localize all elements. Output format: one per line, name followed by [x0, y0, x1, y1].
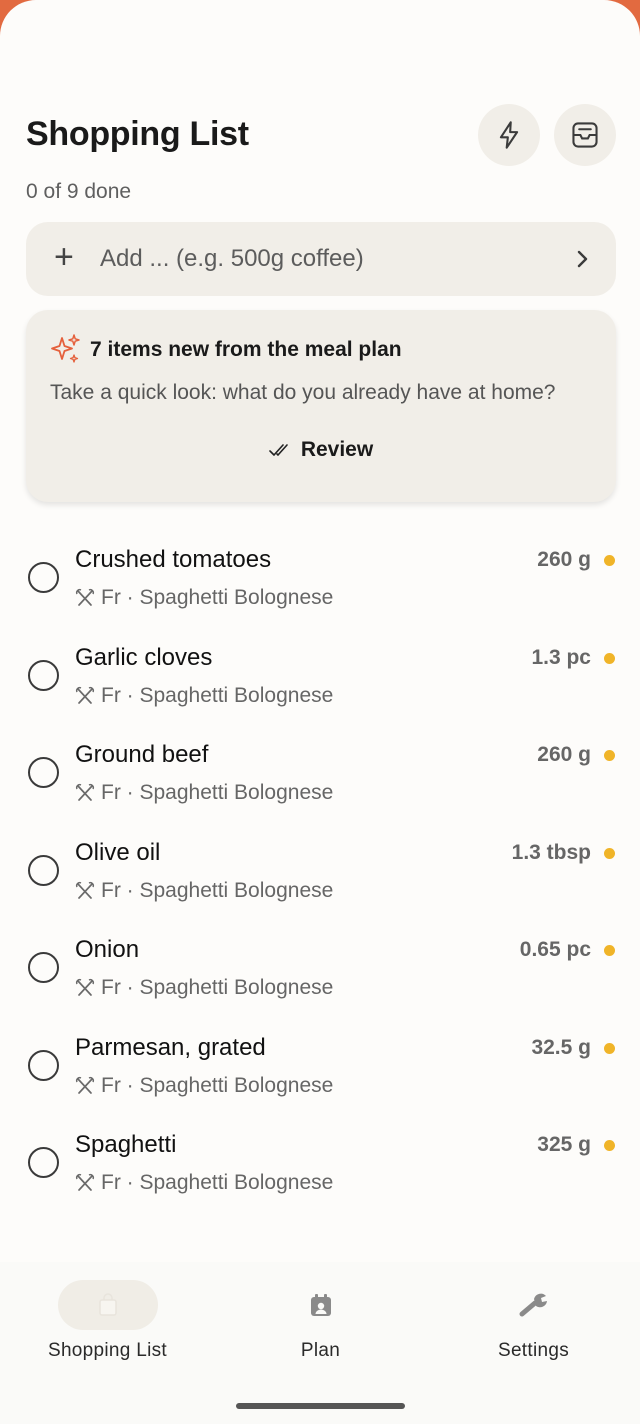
review-button[interactable]: Review — [26, 438, 616, 462]
item-source-text: Fr · Spaghetti Bolognese — [101, 1171, 334, 1194]
nav-plan-label: Plan — [300, 1340, 341, 1361]
item-source-text: Fr · Spaghetti Bolognese — [101, 683, 334, 707]
item-checkbox[interactable] — [28, 952, 59, 983]
item-name: Crushed tomatoes — [75, 546, 272, 573]
list-item[interactable]: Olive oil Fr · Spaghetti Bolognese 1.3 tbs… — [0, 833, 640, 931]
home-indicator — [236, 1403, 405, 1409]
item-checkbox[interactable] — [28, 1147, 59, 1178]
app-screen: Shopping List 0 of 9 done + Add ... (e.g… — [0, 0, 640, 1424]
nav-plan[interactable]: Plan — [214, 1280, 427, 1362]
item-source: Fr · Spaghetti Bolognese — [75, 976, 333, 1000]
nav-settings-label: Settings — [497, 1340, 570, 1361]
nav-shopping-list[interactable]: Shopping List — [1, 1280, 214, 1362]
cutlery-icon — [75, 588, 95, 606]
new-item-dot — [604, 652, 615, 664]
item-name: Garlic cloves — [75, 643, 213, 671]
item-name: Ground beef — [75, 741, 209, 768]
cutlery-icon — [75, 881, 95, 899]
archive-button[interactable] — [554, 104, 616, 166]
list-item[interactable]: Crushed tomatoes Fr · Spaghetti Bolognese… — [0, 540, 640, 638]
item-source-text: Fr · Spaghetti Bolognese — [101, 586, 334, 609]
plus-icon: + — [54, 238, 74, 276]
item-checkbox[interactable] — [28, 757, 59, 788]
page-title: Shopping List — [26, 115, 249, 153]
item-source-text: Fr · Spaghetti Bolognese — [101, 976, 334, 999]
double-check-icon — [269, 444, 288, 456]
cutlery-icon — [75, 978, 95, 996]
suggestion-title: 7 items new from the meal plan — [90, 338, 402, 361]
item-quantity: 0.65 pc — [519, 938, 591, 961]
item-source-text: Fr · Spaghetti Bolognese — [101, 781, 334, 804]
item-quantity: 1.3 tbsp — [511, 840, 591, 864]
shopping-bag-icon — [98, 1293, 117, 1316]
item-source-text: Fr · Spaghetti Bolognese — [101, 878, 334, 902]
list-item[interactable]: Onion Fr · Spaghetti Bolognese 0.65 pc — [0, 930, 640, 1028]
item-source: Fr · Spaghetti Bolognese — [75, 586, 333, 610]
list-item[interactable]: Parmesan, grated Fr · Spaghetti Bolognese… — [0, 1028, 640, 1126]
list-item[interactable]: Garlic cloves Fr · Spaghetti Bolognese 1.3… — [0, 638, 640, 736]
item-checkbox[interactable] — [28, 562, 59, 593]
calendar-icon — [310, 1294, 331, 1316]
cutlery-icon — [75, 1076, 95, 1094]
sparkle-icon — [51, 334, 80, 363]
item-source-text: Fr · Spaghetti Bolognese — [101, 1073, 334, 1097]
item-checkbox[interactable] — [28, 854, 59, 886]
item-name: Spaghetti — [75, 1131, 177, 1158]
lightning-icon — [499, 121, 519, 149]
nav-shopping-list-label: Shopping List — [47, 1340, 168, 1361]
item-checkbox[interactable] — [28, 659, 59, 691]
item-source: Fr · Spaghetti Bolognese — [75, 879, 333, 903]
cutlery-icon — [75, 783, 95, 801]
new-item-dot — [604, 945, 615, 956]
new-item-dot — [604, 847, 615, 859]
item-source: Fr · Spaghetti Bolognese — [75, 1171, 333, 1195]
shopping-list: Crushed tomatoes Fr · Spaghetti Bolognese… — [0, 540, 640, 1223]
new-item-dot — [604, 1140, 615, 1151]
item-quantity: 325 g — [537, 1133, 591, 1156]
meal-plan-suggestion-card: 7 items new from the meal plan Take a qu… — [26, 310, 616, 502]
item-quantity: 32.5 g — [531, 1035, 591, 1059]
cutlery-icon — [75, 686, 95, 704]
wrench-icon — [519, 1293, 547, 1317]
cutlery-icon — [75, 1173, 95, 1191]
chevron-right-icon[interactable] — [570, 247, 594, 271]
nav-settings[interactable]: Settings — [427, 1280, 640, 1362]
new-item-dot — [604, 1042, 615, 1054]
add-item-placeholder[interactable]: Add ... (e.g. 500g coffee) — [100, 245, 570, 273]
item-name: Onion — [75, 936, 140, 963]
new-item-dot — [604, 750, 615, 761]
item-quantity: 260 g — [537, 548, 591, 571]
review-label: Review — [300, 438, 374, 461]
item-source: Fr · Spaghetti Bolognese — [75, 684, 333, 708]
add-item-bar[interactable]: + Add ... (e.g. 500g coffee) — [26, 222, 616, 296]
item-quantity: 1.3 pc — [531, 645, 591, 669]
item-name: Olive oil — [75, 838, 161, 866]
item-quantity: 260 g — [537, 743, 591, 766]
header: Shopping List — [26, 104, 616, 172]
item-checkbox[interactable] — [28, 1049, 59, 1081]
list-item[interactable]: Spaghetti Fr · Spaghetti Bolognese 325 g — [0, 1125, 640, 1223]
item-source: Fr · Spaghetti Bolognese — [75, 781, 333, 805]
inbox-icon — [572, 122, 598, 148]
quick-add-button[interactable] — [478, 104, 540, 166]
suggestion-description: Take a quick look: what do you already h… — [50, 381, 556, 404]
bottom-navigation: Shopping List Plan Settings — [0, 1262, 640, 1424]
progress-text: 0 of 9 done — [26, 180, 132, 203]
item-source: Fr · Spaghetti Bolognese — [75, 1074, 333, 1098]
list-item[interactable]: Ground beef Fr · Spaghetti Bolognese 260 g — [0, 735, 640, 833]
item-name: Parmesan, grated — [75, 1033, 266, 1061]
new-item-dot — [604, 555, 615, 566]
